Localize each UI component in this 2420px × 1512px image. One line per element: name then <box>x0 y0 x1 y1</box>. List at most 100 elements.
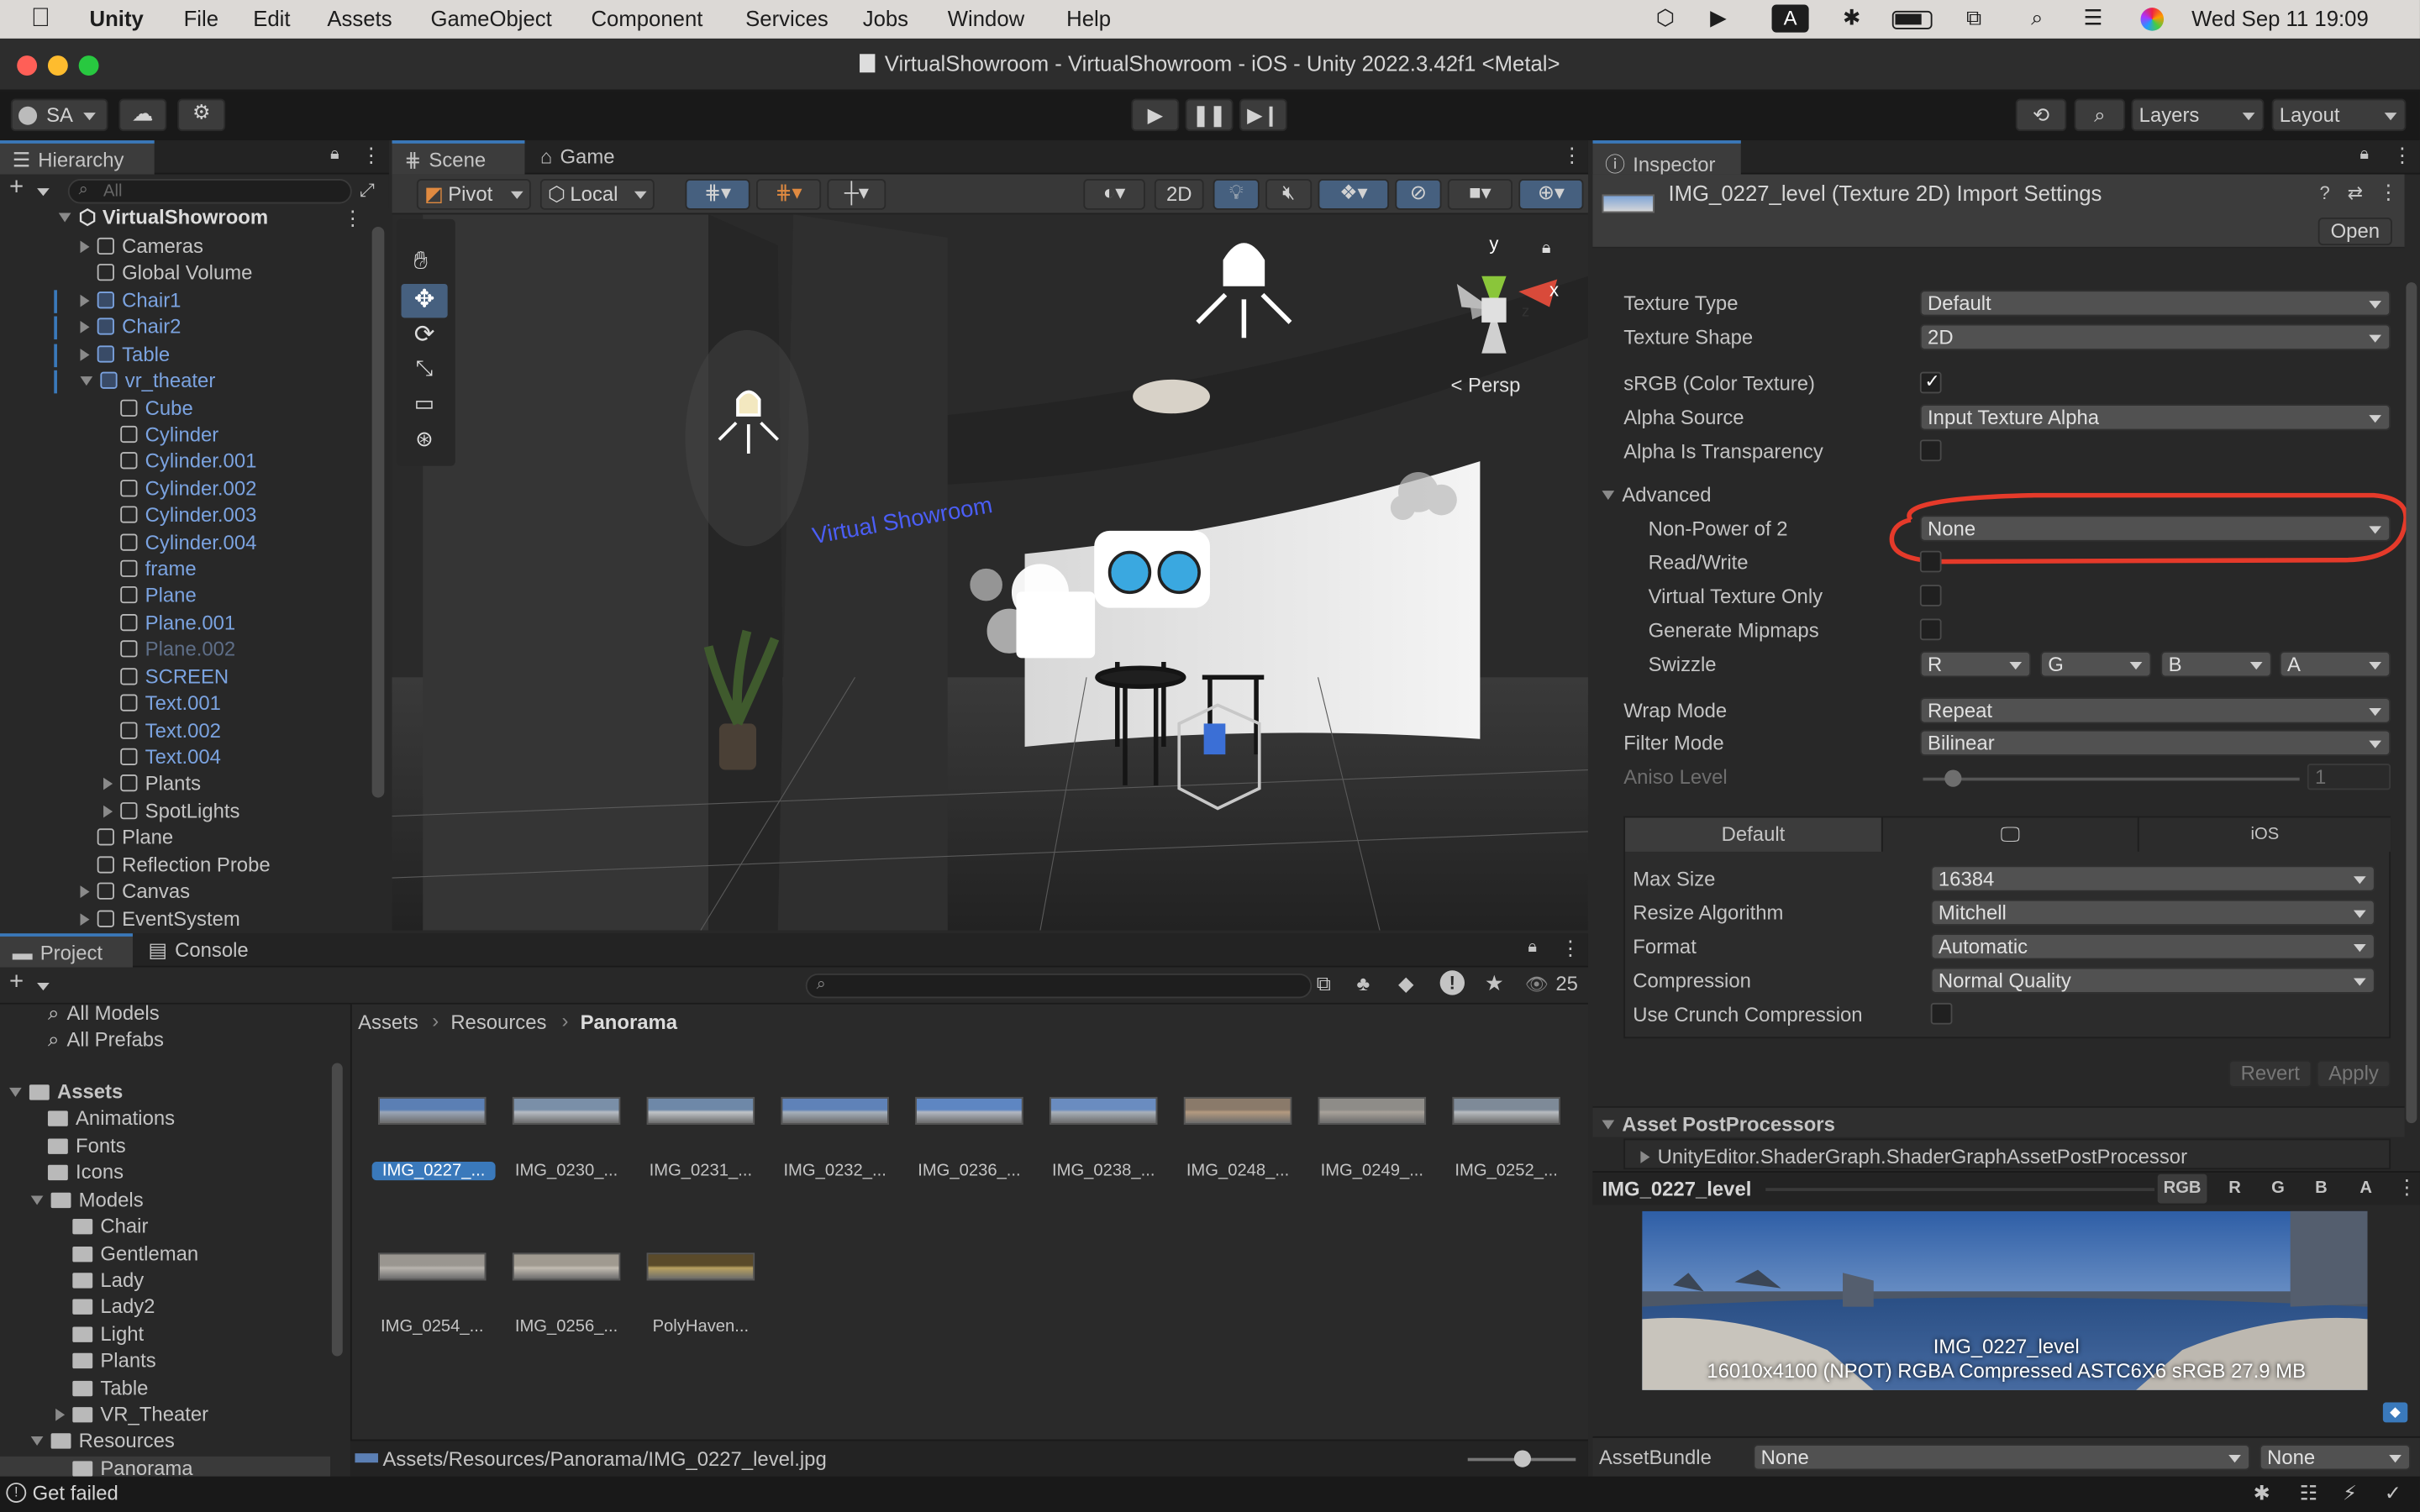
inspector-scrollbar[interactable] <box>2405 282 2419 1152</box>
breadcrumb-resources[interactable]: Resources <box>450 1011 546 1034</box>
asset-tile[interactable]: IMG_0232_... <box>767 1088 903 1211</box>
hierarchy-item[interactable]: Canvas <box>80 879 191 906</box>
menu-component[interactable]: Component <box>591 6 702 30</box>
hierarchy-item[interactable]: Cube <box>103 396 193 422</box>
spotlight-search-icon[interactable]: ⌕ <box>2031 5 2043 31</box>
channel-r-toggle[interactable]: R <box>2217 1174 2254 1204</box>
hierarchy-item[interactable]: Cylinder.002 <box>103 476 256 502</box>
assetbundle-dropdown[interactable]: None <box>1753 1444 2250 1471</box>
asset-tile[interactable]: IMG_0231_... <box>633 1088 769 1211</box>
swizzle-r-dropdown[interactable]: R <box>1919 651 2032 678</box>
project-tree-item[interactable]: Gentleman <box>0 1242 330 1268</box>
srgb-checkbox[interactable]: ✓ <box>1919 370 1942 394</box>
bug-icon[interactable]: ✱ <box>2254 1481 2270 1505</box>
tab-platform-standalone[interactable]: 🖵︎ <box>1881 817 2138 852</box>
postprocessors-foldout[interactable]: Asset PostProcessors <box>1592 1105 2405 1137</box>
project-tree-item[interactable]: Lady2 <box>0 1295 330 1321</box>
expand-icon[interactable]: ⤢ <box>360 179 375 202</box>
slider-thumb[interactable] <box>1944 769 1962 787</box>
chevron-down-icon[interactable] <box>58 213 71 223</box>
alpha-source-dropdown[interactable]: Input Texture Alpha <box>1919 404 2391 431</box>
more-options-icon[interactable]: ⋮ <box>2392 144 2412 168</box>
hierarchy-item[interactable]: SCREEN <box>103 664 229 690</box>
project-tree-item[interactable]: Models <box>0 1188 330 1214</box>
hierarchy-item[interactable]: Text.001 <box>103 691 221 717</box>
tab-platform-ios[interactable]: iOS <box>2137 817 2391 852</box>
project-tree-item[interactable]: VR_Theater <box>0 1403 330 1429</box>
star-icon[interactable]: ★ <box>1485 970 1504 996</box>
slider-thumb[interactable] <box>1513 1450 1532 1467</box>
project-tree-item[interactable]: Panorama <box>0 1456 331 1477</box>
mipmaps-checkbox[interactable] <box>1919 618 1942 641</box>
chevron-right-icon[interactable] <box>80 321 90 334</box>
more-options-icon[interactable]: ⋮ <box>343 207 363 231</box>
more-options-icon[interactable]: ⋮ <box>361 144 381 168</box>
channel-rgb-toggle[interactable]: RGB <box>2157 1173 2207 1204</box>
asset-tile[interactable]: IMG_0248_... <box>1170 1088 1306 1211</box>
menu-assets[interactable]: Assets <box>327 6 392 30</box>
filter-mode-dropdown[interactable]: Bilinear <box>1919 729 2391 756</box>
increment-snap-toggle[interactable]: ⋕▾ <box>755 179 822 210</box>
hierarchy-item[interactable]: Plane <box>103 584 197 610</box>
gizmos-dropdown[interactable]: ⊕▾ <box>1518 179 1584 210</box>
shading-mode-dropdown[interactable]: ◐▾ <box>1083 179 1145 210</box>
siri-icon[interactable] <box>2140 8 2165 31</box>
advanced-foldout[interactable]: Advanced <box>1602 483 1712 506</box>
chevron-down-icon[interactable] <box>30 1436 44 1446</box>
hierarchy-item[interactable]: Global Volume <box>81 261 253 287</box>
hierarchy-item[interactable]: Plants <box>103 772 201 798</box>
alpha-transparency-checkbox[interactable] <box>1919 439 1942 462</box>
hierarchy-item[interactable]: Cylinder.003 <box>103 503 256 529</box>
chevron-right-icon[interactable] <box>80 240 90 254</box>
tab-hierarchy[interactable]: ☰ Hierarchy <box>0 140 155 175</box>
wrap-mode-dropdown[interactable]: Repeat <box>1919 697 2391 724</box>
asset-tile[interactable]: IMG_0252_... <box>1439 1088 1575 1211</box>
project-tree-item[interactable]: ⌕ All Models <box>0 1005 330 1028</box>
resize-dropdown[interactable]: Mitchell <box>1930 899 2375 927</box>
chevron-right-icon[interactable] <box>80 885 90 899</box>
compression-dropdown[interactable]: Normal Quality <box>1930 967 2375 994</box>
hierarchy-item[interactable]: Chair2 <box>54 315 181 341</box>
layout-dropdown[interactable]: Layout <box>2271 98 2407 132</box>
more-options-icon[interactable]: ⋮ <box>1560 937 1581 961</box>
lock-icon[interactable]: 🔒︎ <box>1528 938 1537 958</box>
scale-tool[interactable]: ⤡ <box>402 354 448 388</box>
rect-tool[interactable]: ▭ <box>402 391 448 424</box>
breadcrumb-assets[interactable]: Assets <box>358 1011 418 1034</box>
assetbundle-variant-dropdown[interactable]: None <box>2259 1444 2411 1471</box>
menu-help[interactable]: Help <box>1066 6 1111 30</box>
hierarchy-item[interactable]: Text.002 <box>103 718 221 744</box>
hierarchy-item[interactable]: vr_theater <box>54 369 216 395</box>
menu-edit[interactable]: Edit <box>253 6 290 30</box>
asset-tile[interactable]: IMG_0254_... <box>364 1243 500 1367</box>
asset-tile[interactable]: IMG_0238_... <box>1035 1088 1171 1211</box>
status-message[interactable]: Get failed <box>33 1481 118 1504</box>
revert-button[interactable]: Revert <box>2228 1059 2312 1088</box>
breadcrumb-panorama[interactable]: Panorama <box>581 1011 677 1034</box>
more-options-icon[interactable]: ⋮ <box>1562 144 1582 168</box>
lighting-toggle[interactable]: 💡︎ <box>1213 179 1260 210</box>
filter-icon[interactable]: ♣ <box>1356 972 1370 995</box>
screen-mirror-icon[interactable]: ⧉ <box>1966 5 1981 31</box>
chevron-right-icon[interactable] <box>55 1408 66 1421</box>
rotate-tool[interactable]: ⟳ <box>402 319 448 353</box>
tab-inspector[interactable]: ⓘ Inspector <box>1592 140 1741 176</box>
input-source-icon[interactable]: A <box>1771 4 1809 33</box>
swizzle-a-dropdown[interactable]: A <box>2279 651 2391 678</box>
menubar-clock[interactable]: Wed Sep 11 19:09 <box>2191 6 2369 30</box>
hierarchy-search-input[interactable]: ⌕ All <box>67 179 352 204</box>
warning-icon[interactable]: ! <box>1439 970 1465 995</box>
chevron-down-icon[interactable] <box>9 1087 22 1097</box>
menu-services[interactable]: Services <box>745 6 829 30</box>
hierarchy-item[interactable]: Cameras <box>80 234 203 260</box>
crunch-checkbox[interactable] <box>1930 1002 1953 1025</box>
hierarchy-item[interactable]: Cylinder.004 <box>103 530 256 556</box>
chevron-down-icon[interactable] <box>37 188 50 197</box>
asset-tile[interactable]: IMG_0249_... <box>1304 1088 1440 1211</box>
hierarchy-item[interactable]: Chair1 <box>54 288 181 314</box>
channel-b-toggle[interactable]: B <box>2302 1174 2339 1204</box>
tag-icon[interactable]: ◆ <box>2382 1402 2408 1423</box>
unity-status-icon[interactable]: ⬡ <box>1656 5 1675 31</box>
hierarchy-item[interactable]: Plane.002 <box>103 638 235 664</box>
cloud-button[interactable]: ☁ <box>118 98 167 132</box>
